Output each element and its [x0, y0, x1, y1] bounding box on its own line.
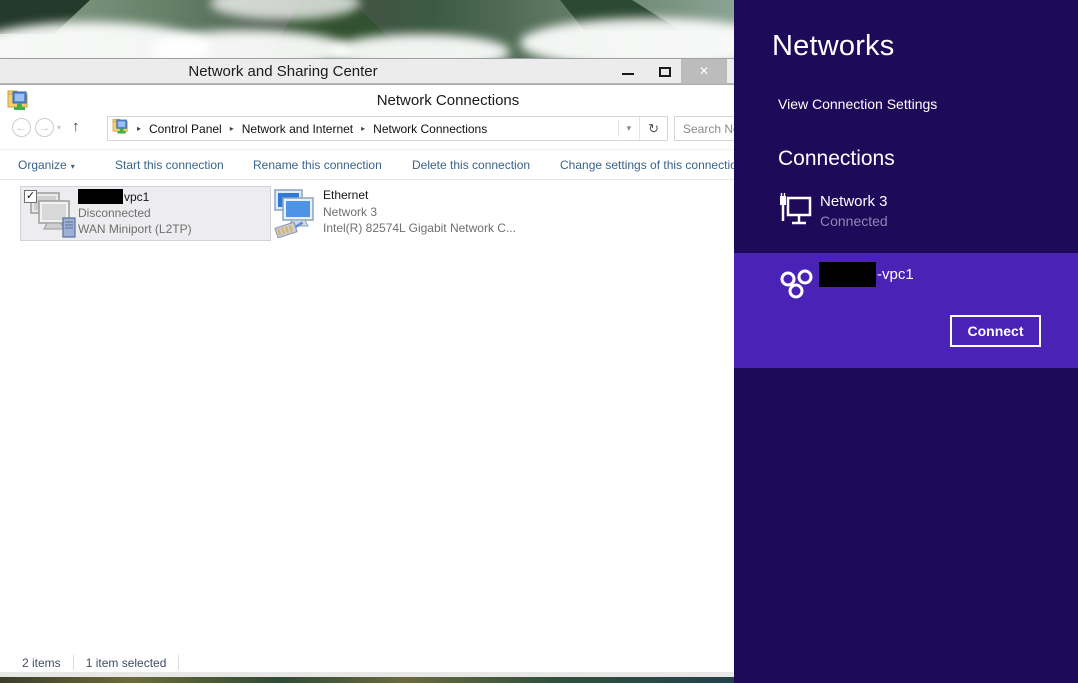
redacted-text: [819, 262, 876, 287]
vpn-name: -vpc1: [819, 262, 914, 287]
vpn-network-row-selected[interactable]: -vpc1 Connect: [734, 253, 1078, 368]
chevron-down-icon: ▾: [71, 162, 75, 171]
status-bar: 2 items 1 item selected: [22, 655, 179, 670]
refresh-icon[interactable]: ↻: [639, 117, 667, 140]
wired-network-row[interactable]: Network 3 Connected: [734, 186, 1078, 238]
organize-button[interactable]: Organize▾: [18, 158, 75, 172]
breadcrumb-network-connections[interactable]: Network Connections: [371, 122, 489, 136]
selection-count: 1 item selected: [86, 656, 167, 670]
networks-panel-title: Networks: [772, 30, 894, 63]
status-separator: [73, 655, 74, 670]
connection-name: vpc1: [78, 189, 149, 204]
connection-name: Ethernet: [323, 188, 368, 202]
close-button[interactable]: ✕: [681, 59, 727, 84]
address-dropdown-chevron-icon[interactable]: ▾: [618, 120, 640, 137]
address-bar: ← → ▾ ↑ ▸ Control Panel ▸: [0, 115, 734, 143]
connections-heading: Connections: [778, 147, 895, 171]
connection-device: Intel(R) 82574L Gigabit Network C...: [323, 221, 516, 235]
window-title: Network and Sharing Center: [188, 63, 377, 80]
breadcrumb-location-icon: [112, 117, 129, 140]
change-settings-button[interactable]: Change settings of this connection: [560, 158, 734, 172]
items-count: 2 items: [22, 656, 61, 670]
title-bar: Network Connections: [0, 85, 734, 115]
networks-panel: Networks View Connection Settings Connec…: [734, 0, 1078, 683]
wired-network-icon: [778, 192, 812, 235]
connection-status: Network 3: [323, 205, 377, 219]
vpn-icon: [778, 267, 816, 308]
breadcrumb-network-and-internet[interactable]: Network and Internet: [240, 122, 355, 136]
delete-connection-button[interactable]: Delete this connection: [412, 158, 530, 172]
desktop: Network and Sharing Center ✕ Network Con…: [0, 0, 1078, 683]
network-connections-folder-icon: [7, 88, 29, 117]
search-input[interactable]: [675, 117, 734, 140]
breadcrumb-control-panel[interactable]: Control Panel: [147, 122, 224, 136]
window-network-connections: Network Connections ← → ▾ ↑ ▸: [0, 84, 734, 672]
connection-device: WAN Miniport (L2TP): [78, 222, 192, 236]
status-separator: [178, 655, 179, 670]
rename-connection-button[interactable]: Rename this connection: [253, 158, 382, 172]
connection-item-ethernet[interactable]: Ethernet Network 3 Intel(R) 82574L Gigab…: [270, 186, 532, 241]
desktop-wallpaper-bottom-sliver: [0, 677, 734, 683]
redacted-text: [78, 189, 123, 204]
breadcrumb-separator-icon: ▸: [224, 124, 240, 133]
search-box: [674, 116, 734, 141]
maximize-button[interactable]: [659, 67, 671, 77]
network-name: Network 3: [820, 193, 888, 210]
forward-icon[interactable]: →: [35, 118, 54, 137]
connection-status: Disconnected: [78, 206, 151, 220]
view-connection-settings-link[interactable]: View Connection Settings: [778, 96, 937, 112]
minimize-button[interactable]: [622, 73, 634, 75]
window-network-sharing-center: Network and Sharing Center ✕: [0, 58, 734, 84]
breadcrumb-separator-icon: ▸: [355, 124, 371, 133]
connection-item-vpn[interactable]: ✓ vpc1 Disconnected WAN Miniport (L: [20, 186, 271, 241]
up-icon[interactable]: ↑: [72, 118, 80, 135]
ethernet-adapter-icon: [272, 188, 322, 243]
network-status: Connected: [820, 213, 888, 229]
back-icon[interactable]: ←: [12, 118, 31, 137]
breadcrumb: ▸ Control Panel ▸ Network and Internet ▸…: [107, 116, 668, 141]
breadcrumb-separator-icon: ▸: [131, 124, 147, 133]
recent-pages-chevron-icon[interactable]: ▾: [57, 123, 61, 132]
command-toolbar: Organize▾ Start this connection Rename t…: [0, 149, 734, 180]
item-checkbox[interactable]: ✓: [24, 190, 37, 203]
window-title: Network Connections: [377, 92, 520, 109]
start-connection-button[interactable]: Start this connection: [115, 158, 224, 172]
connect-button[interactable]: Connect: [950, 315, 1041, 347]
